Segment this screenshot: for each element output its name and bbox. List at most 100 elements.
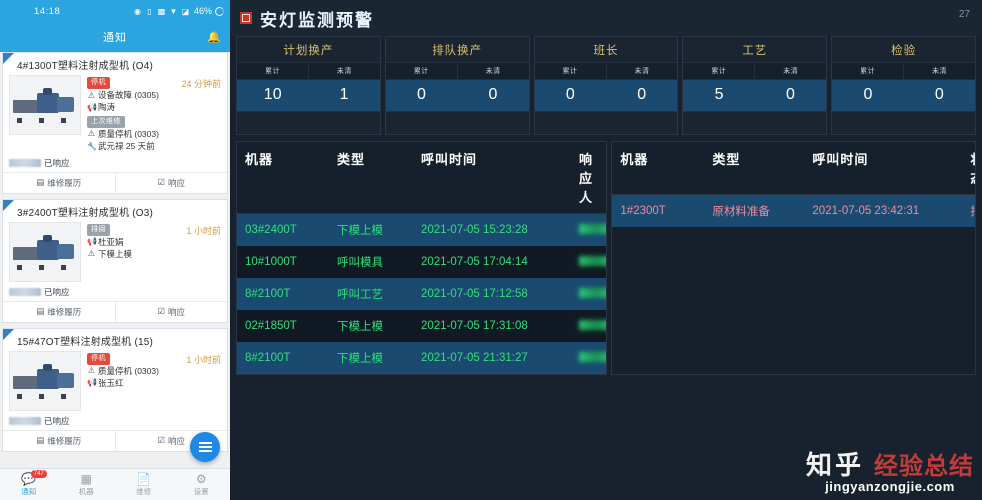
card-sub-line: ⚠ 质量停机 (0303): [87, 128, 221, 140]
machine-thumbnail: [9, 350, 81, 411]
gear-icon: ⚙: [195, 471, 207, 486]
card-timestamp: 1 小时前: [186, 225, 221, 236]
action-label: 维修履历: [47, 435, 82, 446]
card-response-status: 已响应: [3, 155, 227, 172]
left-table[interactable]: 机器 类型 呼叫时间 响应人 03#2400T 下模上模 2021-07-05 15:23…: [236, 141, 608, 375]
table-cell-responder: [571, 312, 607, 341]
action-label: 响应: [168, 306, 186, 317]
card-info-text: 质量停机 (0303): [98, 365, 159, 376]
table-cell: 下模上模: [337, 321, 383, 333]
respond-button[interactable]: ☑ 响应: [114, 172, 228, 193]
redacted-name: [9, 416, 41, 425]
table-cell: 2021-07-05 23:42:31: [812, 205, 920, 217]
action-label: 响应: [168, 177, 186, 188]
table-row[interactable]: 1#2300T 原材料准备 2021-07-05 23:42:31 报警: [612, 195, 975, 227]
card-actions: ▤ 维修履历 ☑ 响应: [3, 300, 228, 322]
repair-history-button[interactable]: ▤ 维修履历: [3, 173, 115, 193]
phone-panel: 14:18 ◉ ▯ ▩ ▼ ◪ 46% 通知 🔔 4#1300T塑料注射成型机 …: [0, 0, 230, 500]
card-info-line: 📢 陶涛: [87, 101, 221, 113]
redacted-name: [9, 287, 41, 296]
bell-icon[interactable]: 🔔: [207, 31, 221, 44]
table-row[interactable]: 03#2400T 下模上模 2021-07-05 15:23:28: [237, 214, 607, 246]
table-cell: 下模上模: [337, 225, 383, 237]
floating-menu-button[interactable]: [190, 432, 220, 462]
card-title: 4#1300T塑料注射成型机 (O4): [17, 61, 154, 72]
stat-footer: [385, 111, 529, 134]
warning-icon: ⚠: [87, 249, 96, 259]
stat-panel: 排队换产 累计 未清 0 0: [384, 36, 530, 135]
table-cell: 呼叫模具: [337, 257, 383, 269]
column-header: 响应人: [579, 152, 594, 205]
stat-subheader: 累计 未清: [534, 62, 678, 80]
bottom-tab-bar[interactable]: 💬 747 通知 ▦ 机器 📄 维修 ⚙ 设置: [0, 468, 230, 500]
tab-gear[interactable]: ⚙ 设置: [173, 469, 231, 500]
card-info-line: ⚠ 设备故障 (0305): [87, 89, 221, 101]
tab-badge: 747: [30, 470, 47, 478]
tab-grid[interactable]: ▦ 机器: [58, 469, 116, 500]
sd-card-icon: ▩: [157, 6, 166, 16]
card-response-status: 已响应: [3, 413, 227, 430]
respond-button[interactable]: ☑ 响应: [114, 301, 228, 322]
card-timestamp: 1 小时前: [186, 354, 221, 365]
stats-row: 计划换产 累计 未清 10 1 排队换产 累计 未清 0 0 班长 累计 未清 0 0 工艺 累计 未清 5 0 检验累…: [230, 36, 982, 135]
notification-card[interactable]: 3#2400T塑料注射成型机 (O3) 排阅 📢 杜亚娟 ⚠ 下模上模 1 小时前 已响应 ▤ 维…: [2, 198, 228, 323]
stat-values: 00: [534, 80, 678, 111]
notification-card[interactable]: 15#47OT塑料注射成型机 (15) 停机 ⚠ 质量停机 (0303) 📢 张玉红 1 小…: [2, 327, 228, 452]
table-cell: 2021-07-05 17:04:14: [421, 256, 528, 268]
notification-card[interactable]: 4#1300T塑料注射成型机 (O4) 停机 ⚠ 设备故障 (0305) 📢 陶涛 上次维修…: [2, 52, 228, 194]
notification-card-list[interactable]: 4#1300T塑料注射成型机 (O4) 停机 ⚠ 设备故障 (0305) 📢 陶涛 上次维修…: [0, 52, 230, 469]
stat-value: 0: [863, 86, 873, 103]
repair-history-button[interactable]: ▤ 维修履历: [3, 431, 115, 451]
stat-footer: [237, 111, 380, 134]
stat-value: 0: [565, 86, 575, 103]
right-table-body[interactable]: 1#2300T 原材料准备 2021-07-05 23:42:31 报警: [612, 195, 975, 227]
status-badge: 排阅: [87, 223, 110, 236]
action-label: 响应: [168, 435, 186, 446]
alarm-light-icon: [240, 12, 252, 24]
history-icon: ▤: [36, 306, 45, 317]
table-cell: 2021-07-05 15:23:28: [421, 224, 528, 236]
card-info-text: 陶涛: [98, 102, 116, 113]
stat-value: 1: [339, 86, 349, 103]
watermark: 知乎 经验总结 jingyanzongjie.com: [806, 445, 974, 494]
tab-document[interactable]: 📄 维修: [115, 469, 173, 500]
history-icon: ▤: [36, 435, 45, 446]
tab-chat[interactable]: 💬 747 通知: [0, 469, 58, 500]
signal-icon: ◪: [181, 6, 190, 16]
table-row[interactable]: 8#2100T 呼叫工艺 2021-07-05 17:12:58: [237, 278, 607, 310]
battery-icon: [215, 6, 224, 16]
card-sub-text: 质量停机 (0303): [98, 128, 159, 139]
stat-sub-label: 累计: [562, 68, 578, 75]
left-table-header: 机器 类型 呼叫时间 响应人: [237, 142, 607, 214]
wrench-icon: 🔧: [87, 141, 97, 151]
table-row[interactable]: 8#2100T 下模上模 2021-07-05 21:31:27: [237, 342, 607, 374]
phone-status-bar: 14:18 ◉ ▯ ▩ ▼ ◪ 46%: [0, 0, 230, 22]
watermark-url: jingyanzongjie.com: [825, 479, 955, 494]
document-icon: 📄: [136, 471, 152, 486]
table-cell: 1#2300T: [620, 205, 666, 217]
redacted-name: [9, 158, 41, 167]
stat-title: 工艺: [742, 45, 768, 57]
card-title: 15#47OT塑料注射成型机 (15): [17, 336, 154, 348]
tab-label: 设置: [193, 486, 209, 496]
stat-title: 检验: [891, 45, 917, 57]
table-row[interactable]: 10#1000T 呼叫模具 2021-07-05 17:04:14: [237, 246, 607, 278]
status-badge: 停机: [87, 352, 110, 365]
card-body: 停机 ⚠ 质量停机 (0303) 📢 张玉红 1 小时前: [3, 350, 227, 413]
dashboard-count: 27: [958, 9, 970, 20]
card-timestamp: 24 分钟前: [181, 79, 221, 89]
left-table-body[interactable]: 03#2400T 下模上模 2021-07-05 15:23:28 10#1000T 呼…: [237, 214, 607, 374]
card-sub-text: 武元禄 25 天前: [98, 141, 155, 152]
table-row[interactable]: 02#1850T 下模上模 2021-07-05 17:31:08: [237, 310, 607, 342]
right-table[interactable]: 机器 类型 呼叫时间 状态 1#2300T 原材料准备 2021-07-05 23:42:…: [611, 141, 976, 375]
warning-icon: ⚠: [87, 366, 96, 376]
repair-history-button[interactable]: ▤ 维修履历: [3, 302, 115, 322]
tables-row: 机器 类型 呼叫时间 响应人 03#2400T 下模上模 2021-07-05 15:23…: [230, 135, 982, 375]
response-status-text: 已响应: [44, 286, 70, 297]
card-info-line: 📢 张玉红: [87, 377, 221, 389]
table-cell: 呼叫工艺: [337, 289, 383, 301]
stat-sub-label: 未清: [456, 63, 529, 79]
table-cell: 02#1850T: [245, 320, 297, 332]
dashboard-panel: 安灯监测预警 27 计划换产 累计 未清 10 1 排队换产 累计 未清 0 0 班长 累计 未清 0 0 工…: [230, 0, 982, 500]
stat-sub-label: 未清: [605, 63, 678, 79]
